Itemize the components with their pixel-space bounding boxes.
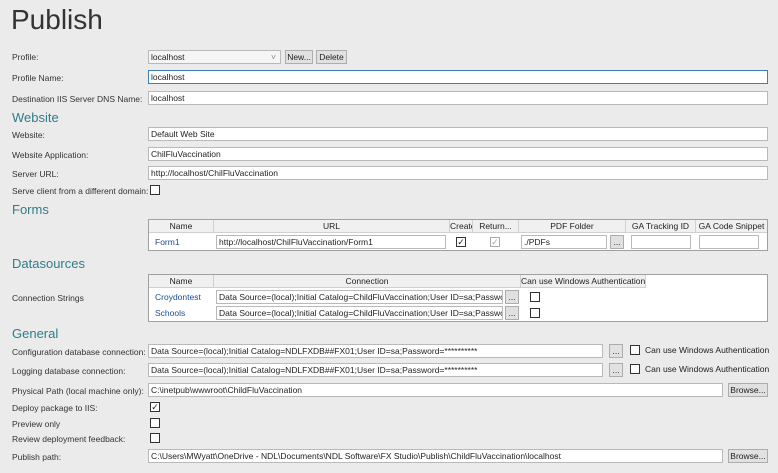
physical-path-label: Physical Path (local machine only):: [12, 386, 144, 396]
logging-win-auth-checkbox[interactable]: [630, 364, 640, 374]
profile-label: Profile:: [12, 52, 39, 62]
config-db-browse-button[interactable]: ...: [609, 344, 623, 358]
pdf-folder-browse-button[interactable]: ...: [610, 235, 624, 249]
col-header-connection[interactable]: Connection: [214, 275, 521, 288]
website-heading: Website: [12, 110, 59, 125]
serve-client-checkbox[interactable]: [150, 185, 160, 195]
profile-value: localhost: [151, 52, 185, 62]
general-heading: General: [12, 326, 59, 341]
win-auth-checkbox[interactable]: [530, 308, 540, 318]
col-header-return[interactable]: Return...: [473, 220, 519, 233]
dns-name-input[interactable]: localhost: [148, 91, 768, 105]
physical-path-browse-button[interactable]: Browse...: [728, 383, 768, 397]
pdf-folder-input[interactable]: ./PDFs: [521, 235, 607, 249]
form-url-input[interactable]: http://localhost/ChilFluVaccination/Form…: [216, 235, 446, 249]
profile-name-label: Profile Name:: [12, 73, 64, 83]
server-url-input[interactable]: http://localhost/ChilFluVaccination: [148, 166, 768, 180]
forms-heading: Forms: [12, 202, 49, 217]
datasources-grid: Name Connection Can use Windows Authenti…: [148, 274, 768, 322]
config-win-auth-checkbox[interactable]: [630, 345, 640, 355]
form-return-checkbox[interactable]: ✓: [490, 237, 500, 247]
server-url-label: Server URL:: [12, 169, 59, 179]
connection-input[interactable]: Data Source=(local);Initial Catalog=Chil…: [216, 306, 503, 320]
form-name-cell[interactable]: Form1: [155, 237, 180, 247]
connection-strings-label: Connection Strings: [12, 293, 84, 303]
chevron-down-icon: ˅: [271, 52, 276, 62]
ga-snippet-input[interactable]: [699, 235, 759, 249]
logging-db-browse-button[interactable]: ...: [609, 363, 623, 377]
logging-win-auth-label: Can use Windows Authentication: [645, 364, 770, 374]
col-header-create[interactable]: Create...: [450, 220, 473, 233]
win-auth-checkbox[interactable]: [530, 292, 540, 302]
deploy-label: Deploy package to IIS:: [12, 403, 98, 413]
website-input[interactable]: Default Web Site: [148, 127, 768, 141]
col-header-name[interactable]: Name: [149, 275, 214, 288]
col-header-pdf-folder[interactable]: PDF Folder: [519, 220, 626, 233]
forms-grid: Name URL Create... Return... PDF Folder …: [148, 219, 768, 251]
delete-profile-button[interactable]: Delete: [316, 50, 347, 64]
deploy-checkbox[interactable]: ✓: [150, 402, 160, 412]
col-header-ga-tracking[interactable]: GA Tracking ID: [626, 220, 696, 233]
datasource-name-cell[interactable]: Schools: [155, 308, 185, 318]
profile-name-input[interactable]: localhost: [148, 70, 768, 84]
config-db-label: Configuration database connection:: [12, 347, 146, 357]
col-header-win-auth[interactable]: Can use Windows Authentication: [521, 275, 646, 288]
connection-browse-button[interactable]: ...: [505, 306, 519, 320]
col-header-ga-snippet[interactable]: GA Code Snippet: [696, 220, 767, 233]
dns-name-label: Destination IIS Server DNS Name:: [12, 94, 143, 104]
config-win-auth-label: Can use Windows Authentication: [645, 345, 770, 355]
datasource-name-cell[interactable]: Croydontest: [155, 292, 201, 302]
profile-select[interactable]: localhost ˅: [148, 50, 281, 64]
physical-path-input[interactable]: C:\inetpub\wwwroot\ChildFluVaccination: [148, 383, 723, 397]
serve-client-label: Serve client from a different domain:: [12, 186, 149, 196]
form-create-checkbox[interactable]: ✓: [456, 237, 466, 247]
website-app-label: Website Application:: [12, 150, 89, 160]
page-title: Publish: [11, 4, 103, 35]
website-label: Website:: [12, 130, 45, 140]
connection-browse-button[interactable]: ...: [505, 290, 519, 304]
logging-db-label: Logging database connection:: [12, 366, 126, 376]
new-profile-button[interactable]: New...: [285, 50, 313, 64]
datasources-heading: Datasources: [12, 256, 85, 271]
config-db-input[interactable]: Data Source=(local);Initial Catalog=NDLF…: [148, 344, 603, 358]
col-header-name[interactable]: Name: [149, 220, 214, 233]
review-checkbox[interactable]: [150, 433, 160, 443]
logging-db-input[interactable]: Data Source=(local);Initial Catalog=NDLF…: [148, 363, 603, 377]
connection-input[interactable]: Data Source=(local);Initial Catalog=Chil…: [216, 290, 503, 304]
preview-label: Preview only: [12, 419, 61, 429]
publish-path-browse-button[interactable]: Browse...: [728, 449, 768, 463]
publish-path-input[interactable]: C:\Users\MWyatt\OneDrive - NDL\Documents…: [148, 449, 723, 463]
website-app-input[interactable]: ChilFluVaccination: [148, 147, 768, 161]
preview-checkbox[interactable]: [150, 418, 160, 428]
publish-path-label: Publish path:: [12, 452, 62, 462]
col-header-url[interactable]: URL: [214, 220, 450, 233]
review-label: Review deployment feedback:: [12, 434, 126, 444]
ga-tracking-input[interactable]: [631, 235, 691, 249]
